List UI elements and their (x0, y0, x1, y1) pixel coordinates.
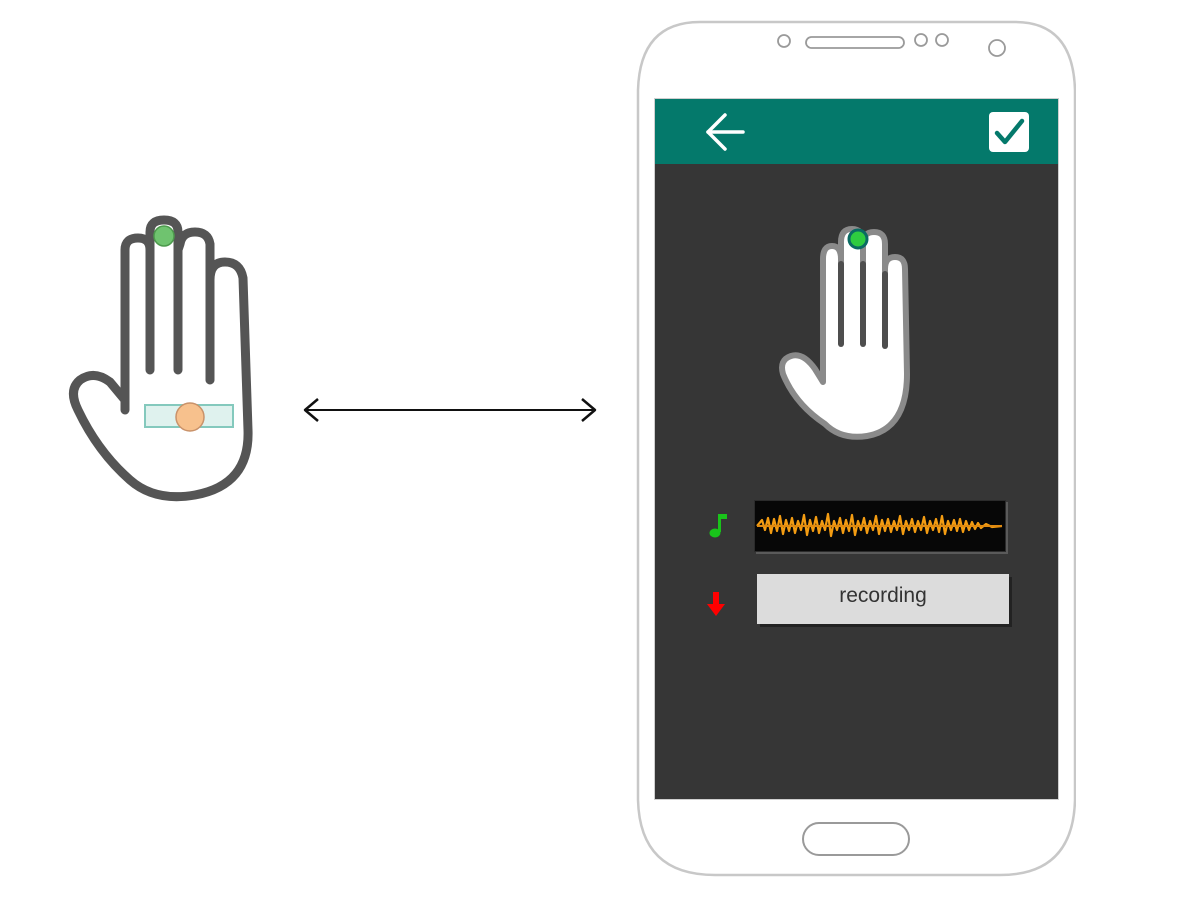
arrow-left-icon[interactable] (703, 111, 747, 153)
double-arrow-icon (303, 398, 597, 422)
fingertip-marker (153, 225, 175, 247)
arrow-down-icon (707, 592, 725, 616)
hand-gesture-illustration (779, 226, 910, 440)
fingertip-marker (847, 228, 869, 250)
phone-screen: recording (655, 99, 1058, 799)
wearable-hand-illustration (69, 215, 253, 502)
home-button[interactable] (802, 822, 910, 856)
music-note-icon (709, 514, 727, 538)
checkbox-checked-icon[interactable] (989, 112, 1029, 152)
audio-waveform (754, 500, 1006, 552)
hand-outline (69, 215, 253, 502)
wrist-sensor (175, 402, 205, 432)
recording-button[interactable]: recording (757, 574, 1009, 624)
hand-silhouette (779, 226, 910, 440)
app-bar (655, 99, 1058, 164)
